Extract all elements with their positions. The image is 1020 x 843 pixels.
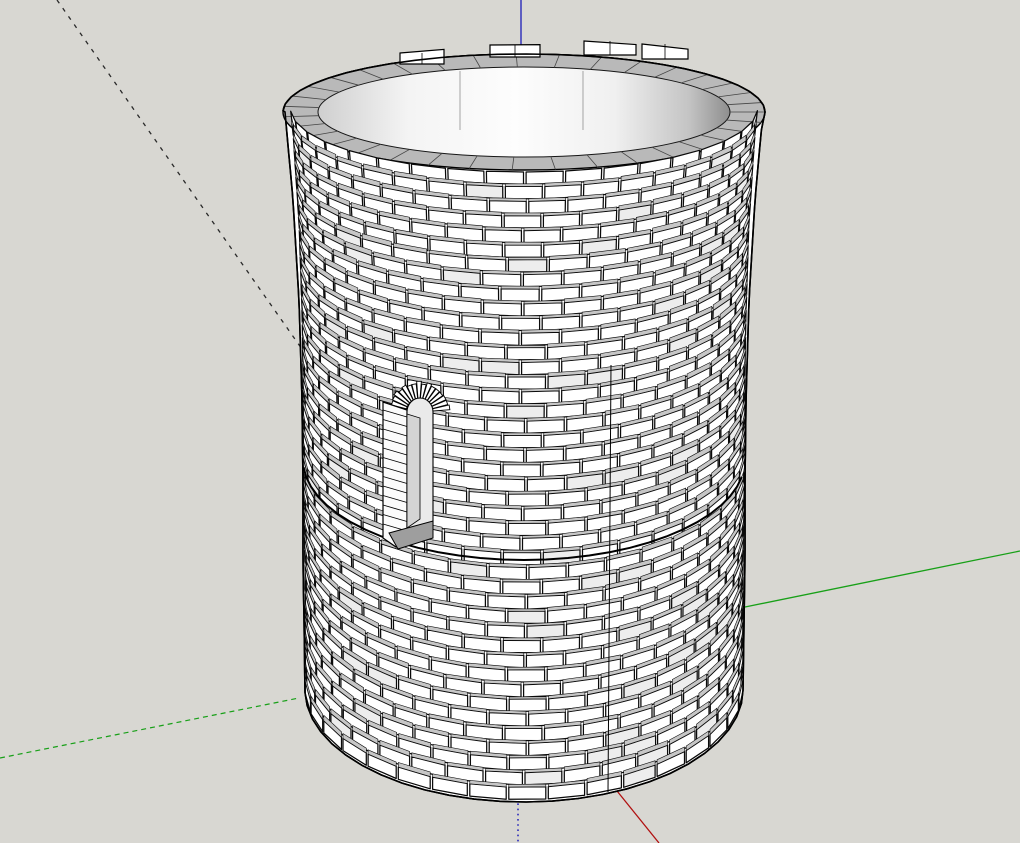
scene-canvas[interactable] — [0, 0, 1020, 843]
sketchup-viewport[interactable] — [0, 0, 1020, 843]
tower-interior — [318, 67, 730, 157]
window-reveal — [407, 414, 420, 528]
tower-model[interactable] — [283, 41, 765, 802]
